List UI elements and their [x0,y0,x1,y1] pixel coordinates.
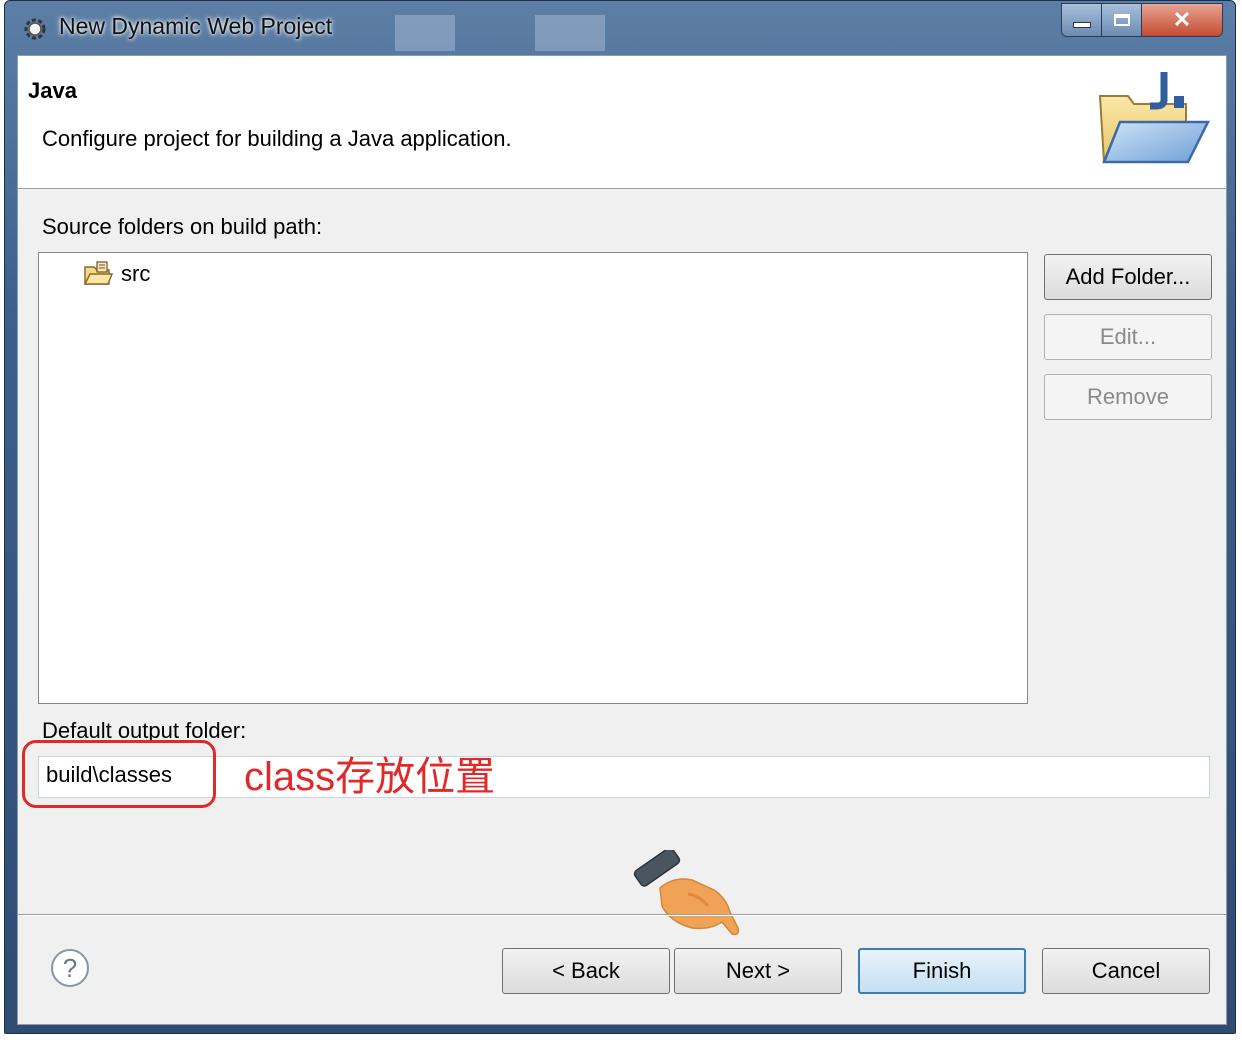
finish-button[interactable]: Finish [858,948,1026,994]
title-bar-reflection [395,15,455,51]
wizard-header: Java Configure project for building a Ja… [18,56,1226,189]
minimize-icon [1072,22,1091,28]
page-description: Configure project for building a Java ap… [42,126,512,151]
pointing-hand-icon [633,850,740,936]
source-folders-tree[interactable]: src [38,252,1028,704]
next-button[interactable]: Next > [674,948,842,994]
tree-item-label: src [121,261,151,286]
minimize-button[interactable] [1062,4,1102,36]
dialog-content: Java Configure project for building a Ja… [17,55,1227,1025]
tree-item-src[interactable]: src [83,261,150,287]
maximize-icon [1113,14,1130,26]
svg-text:?: ? [63,953,77,983]
back-button[interactable]: < Back [502,948,670,994]
cancel-button[interactable]: Cancel [1042,948,1210,994]
java-folder-banner-icon [1098,72,1211,164]
add-folder-button[interactable]: Add Folder... [1044,254,1212,300]
eclipse-gear-icon [24,18,46,40]
close-icon: ✕ [1172,7,1192,32]
window-controls: ✕ [1061,3,1223,37]
close-button[interactable]: ✕ [1142,4,1222,36]
title-bar[interactable]: New Dynamic Web Project ✕ [5,1,1235,55]
annotation-highlight-box [22,740,216,808]
source-folders-label: Source folders on build path: [42,214,323,239]
source-package-folder-icon [83,261,113,285]
window-title: New Dynamic Web Project [59,13,333,39]
maximize-button[interactable] [1102,4,1142,36]
edit-button[interactable]: Edit... [1044,314,1212,360]
dialog-window: New Dynamic Web Project ✕ Java Configure… [4,0,1236,1034]
annotation-text: class存放位置 [244,755,496,799]
page-title: Java [28,78,77,103]
remove-button[interactable]: Remove [1044,374,1212,420]
title-bar-reflection [535,15,605,51]
help-icon[interactable]: ? [50,948,90,988]
footer-separator [18,914,1226,916]
